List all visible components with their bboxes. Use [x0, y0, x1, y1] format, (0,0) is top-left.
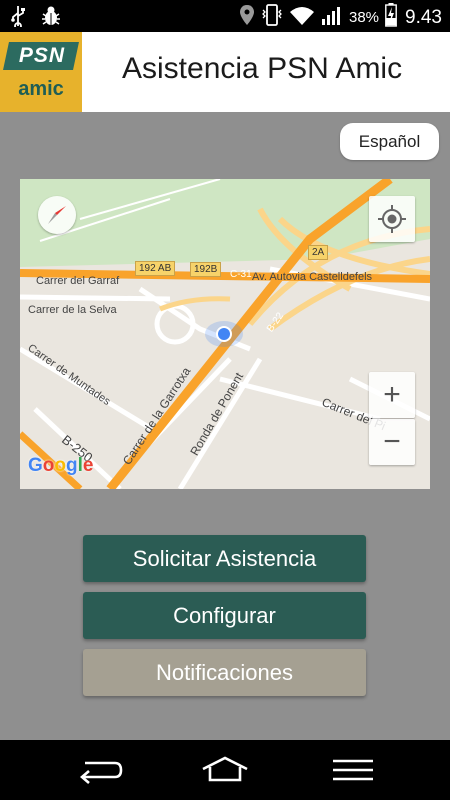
- logo-psn-text: PSN: [18, 44, 66, 67]
- navigation-bar: [0, 740, 450, 800]
- route-shield: 192B: [190, 262, 222, 277]
- app-header: PSN amic Asistencia PSN Amic: [0, 32, 450, 112]
- zoom-out-button[interactable]: −: [369, 419, 415, 465]
- road-label: Av. Autovia Castelldefels: [252, 271, 373, 283]
- current-location-marker: [205, 321, 243, 347]
- configurar-button[interactable]: Configurar: [83, 592, 366, 639]
- wifi-icon: [289, 4, 315, 31]
- location-icon: [239, 4, 255, 31]
- route-shield: 2A: [308, 245, 329, 260]
- usb-icon: [10, 5, 26, 32]
- notificaciones-button[interactable]: Notificaciones: [83, 649, 366, 696]
- clock: 9.43: [405, 6, 442, 28]
- status-bar: 38% 9.43: [0, 0, 450, 32]
- psn-amic-logo: PSN amic: [0, 32, 82, 112]
- compass-button[interactable]: [38, 196, 76, 234]
- route-shield: 192 AB: [135, 261, 176, 276]
- plus-icon: +: [383, 378, 401, 411]
- crosshair-icon: [378, 205, 406, 233]
- menu-button[interactable]: [328, 755, 378, 785]
- language-button[interactable]: Español: [340, 123, 439, 160]
- minus-icon: −: [383, 425, 401, 458]
- road-label: C-31: [230, 269, 252, 280]
- signal-icon: [321, 4, 343, 31]
- menu-icon: [333, 759, 373, 781]
- back-button[interactable]: [75, 755, 125, 785]
- page-title: Asistencia PSN Amic: [122, 52, 403, 85]
- my-location-button[interactable]: [369, 196, 415, 242]
- logo-amic-text: amic: [18, 78, 64, 100]
- map-view[interactable]: Carrer del Garraf Carrer de la Selva Car…: [20, 179, 430, 489]
- google-attribution: Google: [28, 455, 94, 476]
- home-button[interactable]: [200, 755, 250, 785]
- battery-percent: 38%: [348, 9, 380, 26]
- zoom-in-button[interactable]: +: [369, 372, 415, 418]
- google-logo: Google: [28, 455, 93, 477]
- compass-icon: [48, 206, 66, 224]
- bug-icon: [40, 5, 62, 32]
- road-label: Carrer de la Selva: [28, 304, 117, 316]
- road-label: Carrer del Garraf: [36, 275, 120, 287]
- home-icon: [202, 756, 248, 782]
- phone-vibrate-icon: [261, 3, 283, 32]
- solicitar-asistencia-button[interactable]: Solicitar Asistencia: [83, 535, 366, 582]
- back-icon: [80, 761, 123, 784]
- battery-charging-icon: [385, 3, 397, 32]
